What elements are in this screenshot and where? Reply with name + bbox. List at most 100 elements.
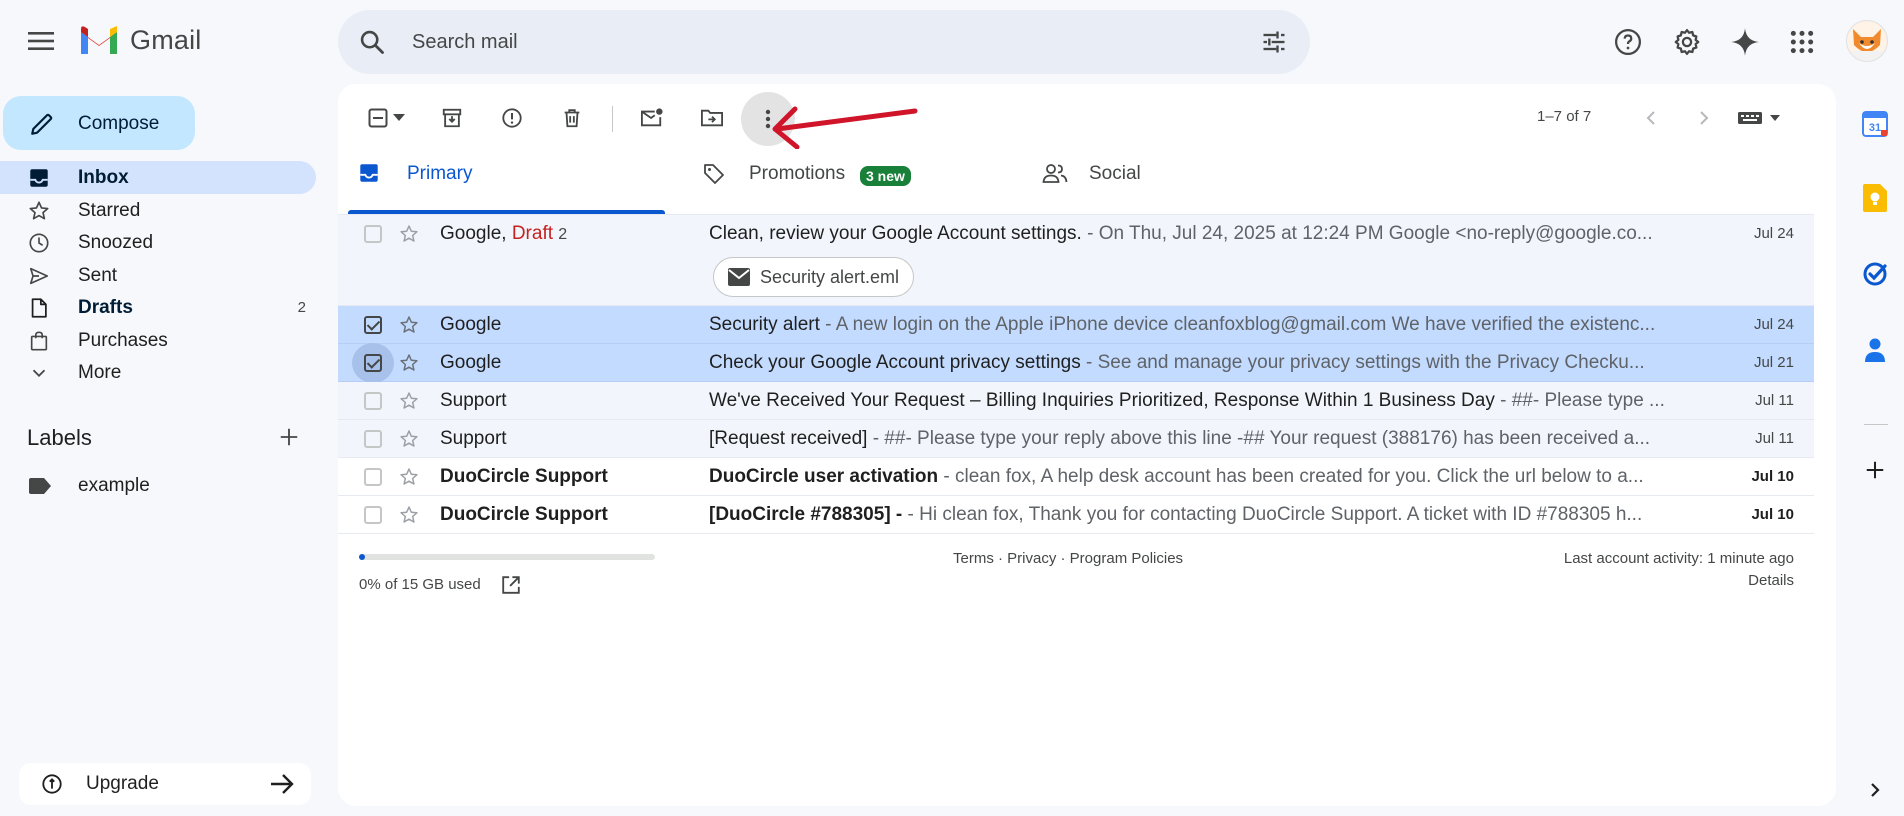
sidebar-item-snoozed[interactable]: Snoozed — [0, 226, 316, 259]
move-to-folder-icon[interactable] — [692, 98, 732, 138]
star-icon — [28, 200, 50, 222]
search-input[interactable] — [412, 24, 1212, 60]
report-spam-icon[interactable] — [492, 98, 532, 138]
table-row[interactable]: DuoCircle Support DuoCircle user activat… — [338, 458, 1814, 496]
sidebar-item-label: Purchases — [78, 329, 168, 351]
row-checkbox[interactable] — [364, 468, 382, 486]
avatar[interactable] — [1846, 20, 1888, 62]
older-page-button[interactable] — [1684, 98, 1724, 138]
chevron-right-icon — [1700, 111, 1709, 125]
open-in-new-icon[interactable] — [500, 574, 522, 596]
email-list: Google, Draft 2 Clean, review your Googl… — [338, 214, 1814, 534]
archive-icon[interactable] — [432, 98, 472, 138]
tab-promotions[interactable]: Promotions 3 new — [700, 148, 1000, 198]
table-row[interactable]: Google Security alert - A new login on t… — [338, 306, 1814, 344]
table-row[interactable]: Support We've Received Your Request – Bi… — [338, 382, 1814, 420]
footer-links[interactable]: Terms · Privacy · Program Policies — [953, 550, 1183, 567]
compose-label: Compose — [78, 113, 160, 134]
upgrade-button[interactable]: Upgrade — [19, 763, 311, 805]
sidebar-item-inbox[interactable]: Inbox — [0, 161, 316, 194]
add-label-button[interactable] — [278, 426, 300, 448]
calendar-icon[interactable]: 31 — [1857, 106, 1893, 142]
storage-bar — [359, 554, 655, 560]
star-icon[interactable] — [399, 505, 419, 525]
attachment-chip[interactable]: Security alert.eml — [713, 257, 915, 297]
date: Jul 24 — [1753, 225, 1794, 242]
tab-label: Social — [1089, 163, 1141, 184]
hamburger-icon — [28, 32, 54, 50]
email-preview: [DuoCircle #788305] - - Hi clean fox, Th… — [709, 504, 1689, 526]
trash-icon[interactable] — [552, 98, 592, 138]
svg-text:31: 31 — [1869, 122, 1881, 134]
snippet: - See and manage your privacy settings w… — [1080, 352, 1645, 373]
star-icon[interactable] — [399, 467, 419, 487]
star-icon[interactable] — [399, 391, 419, 411]
main-menu-button[interactable] — [17, 17, 65, 65]
star-icon[interactable] — [399, 224, 419, 244]
email-preview: [Request received] - ##- Please type you… — [709, 428, 1689, 450]
newer-page-button[interactable] — [1631, 98, 1671, 138]
search-options-icon[interactable] — [1260, 28, 1288, 56]
sidebar-item-label: Inbox — [78, 167, 129, 188]
sidebar-item-more[interactable]: More — [0, 356, 316, 389]
keep-icon[interactable] — [1857, 180, 1893, 216]
email-preview: DuoCircle user activation - clean fox, A… — [709, 466, 1689, 488]
tab-primary[interactable]: Primary — [348, 148, 665, 198]
tab-social[interactable]: Social — [1040, 148, 1340, 198]
compose-button[interactable]: Compose — [3, 96, 195, 150]
apps-grid-icon[interactable] — [1778, 18, 1826, 66]
row-checkbox[interactable] — [364, 392, 382, 410]
sidebar-item-label: Starred — [78, 199, 141, 221]
send-icon — [28, 265, 50, 287]
select-dropdown-icon[interactable] — [388, 98, 410, 138]
table-row[interactable]: Support [Request received] - ##- Please … — [338, 420, 1814, 458]
mark-as-unread-icon[interactable] — [632, 98, 672, 138]
row-checkbox[interactable] — [364, 506, 382, 524]
status-badge: 3 new — [860, 166, 911, 186]
clock-icon — [28, 232, 50, 254]
contacts-icon[interactable] — [1857, 332, 1893, 368]
date: Jul 21 — [1753, 354, 1794, 371]
add-addon-button[interactable] — [1857, 452, 1893, 488]
label-item-example[interactable]: example — [0, 470, 316, 502]
sidebar-item-purchases[interactable]: Purchases — [0, 324, 316, 357]
sidebar-item-sent[interactable]: Sent — [0, 259, 316, 292]
row-checkbox[interactable] — [364, 354, 382, 372]
details-link[interactable]: Details — [1748, 572, 1794, 589]
star-icon[interactable] — [399, 353, 419, 373]
shopping-bag-icon — [28, 330, 50, 352]
arrow-right-icon — [269, 772, 295, 796]
sidebar-nav: Inbox Starred Snoozed Sent Drafts 2 Purc… — [0, 161, 316, 389]
table-row[interactable]: Google, Draft 2 Clean, review your Googl… — [338, 214, 1814, 306]
sender: Google — [440, 352, 502, 373]
plus-icon — [280, 428, 298, 446]
table-row[interactable]: DuoCircle Support [DuoCircle #788305] - … — [338, 496, 1814, 534]
gear-icon[interactable] — [1663, 18, 1711, 66]
storage-bar-fill — [359, 554, 365, 560]
row-checkbox[interactable] — [364, 316, 382, 334]
annotation-arrow — [772, 106, 918, 149]
search-icon[interactable] — [358, 28, 386, 56]
sidebar-item-starred[interactable]: Starred — [0, 194, 316, 227]
gemini-icon[interactable] — [1721, 18, 1769, 66]
help-icon[interactable] — [1604, 18, 1652, 66]
table-row[interactable]: Google Check your Google Account privacy… — [338, 343, 1814, 383]
sidebar-item-drafts[interactable]: Drafts 2 — [0, 291, 316, 324]
tasks-icon[interactable] — [1857, 256, 1893, 292]
gmail-logo[interactable]: Gmail — [78, 24, 202, 56]
subject: [DuoCircle #788305] - — [709, 504, 903, 525]
top-bar: Gmail — [0, 0, 1904, 84]
drafts-count: 2 — [297, 299, 306, 316]
chevron-down-icon — [28, 362, 50, 384]
sender: Google — [440, 314, 502, 335]
file-icon — [28, 297, 50, 319]
star-icon[interactable] — [399, 315, 419, 335]
row-checkbox[interactable] — [364, 225, 382, 243]
row-checkbox[interactable] — [364, 430, 382, 448]
subject: Check your Google Account privacy settin… — [709, 352, 1081, 373]
toolbar-divider — [612, 106, 613, 132]
upgrade-icon — [41, 773, 63, 795]
input-tools-button[interactable] — [1734, 98, 1788, 138]
star-icon[interactable] — [399, 429, 419, 449]
show-side-panel-button[interactable] — [1857, 772, 1893, 808]
